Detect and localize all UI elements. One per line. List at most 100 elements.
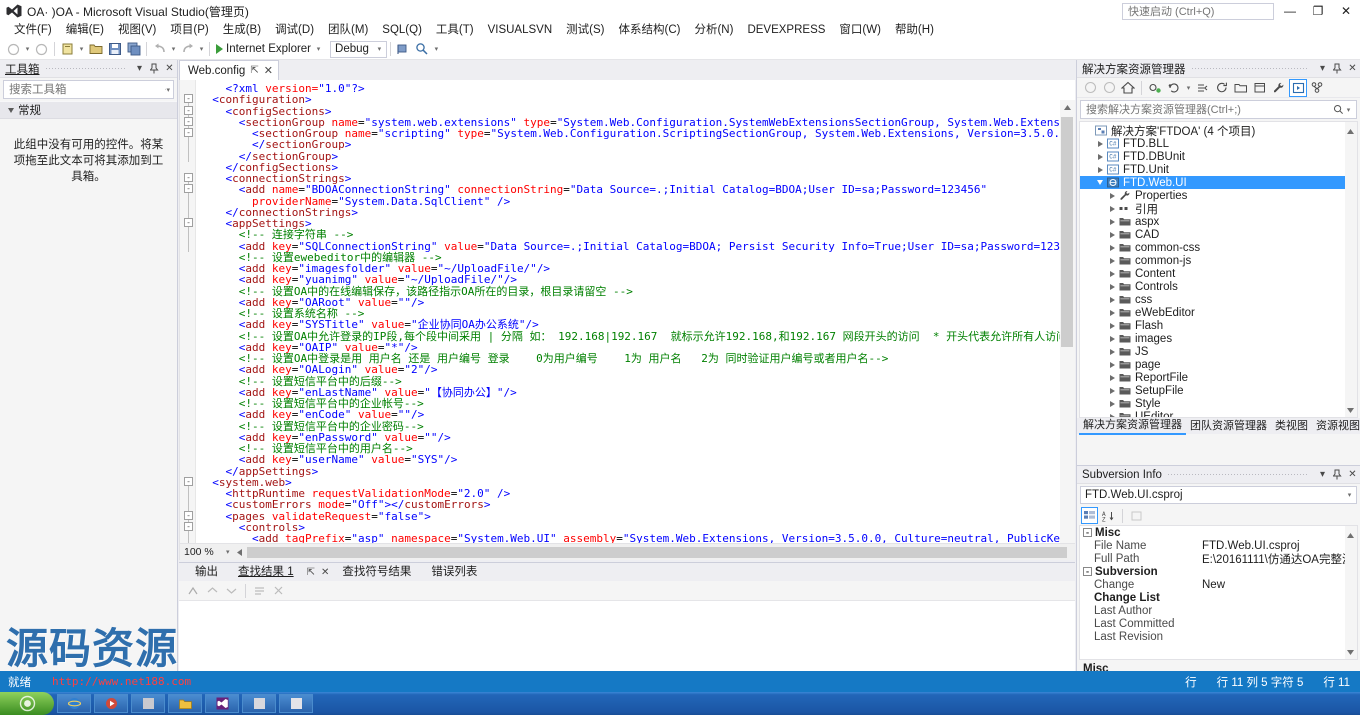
- tree-node[interactable]: page: [1080, 358, 1357, 371]
- output-tab-0[interactable]: 输出: [185, 563, 228, 581]
- svn-scroll-down-icon[interactable]: [1347, 644, 1354, 658]
- chevron-right-icon[interactable]: [1106, 244, 1118, 251]
- taskbar-item-other-1[interactable]: [242, 694, 276, 713]
- toolbox-close-icon[interactable]: ✕: [162, 61, 177, 77]
- category-collapse-icon[interactable]: -: [1083, 567, 1092, 576]
- tree-node[interactable]: C# FTD.DBUnit: [1080, 150, 1357, 163]
- tab-web-config[interactable]: Web.config ⇱ ✕: [179, 60, 279, 80]
- outlining-collapse-box[interactable]: -: [184, 173, 193, 182]
- toolbox-search-input[interactable]: [7, 82, 165, 97]
- redo-caret-icon[interactable]: ▾: [197, 45, 206, 53]
- outlining-collapse-box[interactable]: -: [184, 218, 193, 227]
- subversion-grid-scrollbar[interactable]: [1345, 526, 1357, 659]
- se-bottom-tab-3[interactable]: 资源视图: [1312, 419, 1360, 434]
- attach-process-button[interactable]: [394, 40, 413, 59]
- chevron-right-icon[interactable]: [1106, 257, 1118, 264]
- chevron-right-icon[interactable]: [1106, 335, 1118, 342]
- menu-item-0[interactable]: 文件(F): [7, 22, 59, 39]
- tree-node[interactable]: 解决方案'FTDOA' (4 个项目): [1080, 124, 1357, 138]
- tree-node[interactable]: Controls: [1080, 280, 1357, 293]
- undo-caret-icon[interactable]: ▾: [169, 45, 178, 53]
- taskbar-item-visual-studio[interactable]: [205, 694, 239, 713]
- subversion-close-icon[interactable]: ✕: [1345, 467, 1360, 483]
- tree-node[interactable]: eWebEditor: [1080, 306, 1357, 319]
- menu-item-8[interactable]: 工具(T): [429, 22, 481, 39]
- start-debug-button[interactable]: Internet Explorer ▾: [213, 43, 326, 55]
- code-text[interactable]: <?xml version="1.0"?> <configuration> <c…: [180, 80, 1075, 560]
- outlining-collapse-box[interactable]: -: [184, 510, 193, 520]
- solution-explorer-close-icon[interactable]: ✕: [1345, 61, 1360, 77]
- outlining-collapse-box[interactable]: -: [184, 116, 193, 126]
- menu-item-12[interactable]: 分析(N): [687, 22, 740, 39]
- outlining-collapse-box[interactable]: -: [184, 105, 193, 115]
- tree-node[interactable]: ReportFile: [1080, 371, 1357, 384]
- tree-node[interactable]: images: [1080, 332, 1357, 345]
- menu-item-11[interactable]: 体系结构(C): [612, 22, 688, 39]
- se-bottom-tab-1[interactable]: 团队资源管理器: [1186, 419, 1271, 434]
- solution-configuration-combo[interactable]: Debug ▾: [330, 40, 387, 58]
- chevron-right-icon[interactable]: [1106, 387, 1118, 394]
- solution-explorer-dropdown-icon[interactable]: ▾: [1315, 61, 1330, 77]
- output-tab-1[interactable]: 查找结果 1: [228, 563, 304, 581]
- chevron-right-icon[interactable]: [1106, 309, 1118, 316]
- tree-node[interactable]: common-css: [1080, 241, 1357, 254]
- find-next-button[interactable]: [185, 582, 202, 599]
- solution-explorer-search-input[interactable]: [1084, 102, 1333, 117]
- chevron-right-icon[interactable]: [1106, 361, 1118, 368]
- menu-item-10[interactable]: 测试(S): [559, 22, 611, 39]
- open-file-button[interactable]: [86, 40, 105, 59]
- outlining-collapse-box[interactable]: -: [184, 521, 193, 531]
- menu-item-2[interactable]: 视图(V): [111, 22, 163, 39]
- tree-node[interactable]: Content: [1080, 267, 1357, 280]
- editor-zoom-level[interactable]: 100 %: [180, 546, 226, 558]
- forward-button[interactable]: [1100, 79, 1118, 97]
- subversion-dropdown-icon[interactable]: ▾: [1315, 467, 1330, 483]
- minimize-button[interactable]: —: [1276, 0, 1304, 22]
- chevron-right-icon[interactable]: [1106, 205, 1118, 212]
- se-view-caret-icon[interactable]: ▾: [1184, 84, 1193, 92]
- collapse-all-icon[interactable]: [1194, 79, 1212, 97]
- new-project-caret-icon[interactable]: ▾: [77, 45, 86, 53]
- tree-node[interactable]: CAD: [1080, 228, 1357, 241]
- editor-vscroll-thumb[interactable]: [1061, 117, 1073, 347]
- taskbar-item-media[interactable]: [94, 694, 128, 713]
- clear-results-button[interactable]: [270, 582, 287, 599]
- tree-node[interactable]: JS: [1080, 345, 1357, 358]
- se-bottom-tab-0[interactable]: 解决方案资源管理器: [1079, 418, 1186, 435]
- code-editor[interactable]: ---------- <?xml version="1.0"?> <config…: [179, 80, 1075, 560]
- tree-node[interactable]: 引用: [1080, 202, 1357, 216]
- tree-node[interactable]: C# FTD.Unit: [1080, 163, 1357, 176]
- property-value[interactable]: E:\20161111\仿通达OA完整源码\F: [1202, 551, 1357, 567]
- properties-icon[interactable]: [1270, 79, 1288, 97]
- menu-item-7[interactable]: SQL(Q): [375, 22, 429, 39]
- solution-explorer-pin-icon[interactable]: [1330, 61, 1345, 77]
- chevron-right-icon[interactable]: [1106, 322, 1118, 329]
- tree-node[interactable]: FTD.Web.UI: [1080, 176, 1357, 189]
- chevron-right-icon[interactable]: [1106, 218, 1118, 225]
- chevron-right-icon[interactable]: [1094, 166, 1106, 173]
- toolbox-search-caret-icon[interactable]: ▾: [166, 86, 170, 94]
- subversion-property-grid[interactable]: - Misc File Name FTD.Web.UI.csproj Full Path…: [1079, 525, 1358, 660]
- chevron-right-icon[interactable]: [1094, 140, 1106, 147]
- tab-pin-icon[interactable]: ⇱: [250, 65, 258, 76]
- menu-item-6[interactable]: 团队(M): [321, 22, 375, 39]
- start-button[interactable]: [0, 692, 54, 715]
- svn-scroll-up-icon[interactable]: [1347, 527, 1354, 541]
- close-button[interactable]: ✕: [1332, 0, 1360, 22]
- chevron-right-icon[interactable]: [1106, 270, 1118, 277]
- previous-match-button[interactable]: [204, 582, 221, 599]
- restore-button[interactable]: ❐: [1304, 0, 1332, 22]
- output-tab-close-icon[interactable]: ✕: [318, 567, 332, 578]
- toggle-wrap-button[interactable]: [251, 582, 268, 599]
- tree-node[interactable]: SetupFile: [1080, 384, 1357, 397]
- chevron-right-icon[interactable]: [1106, 296, 1118, 303]
- tree-node[interactable]: UEditor: [1080, 410, 1357, 417]
- chevron-right-icon[interactable]: [1094, 153, 1106, 160]
- view-designer-icon[interactable]: [1251, 79, 1269, 97]
- se-scroll-up-icon[interactable]: [1347, 123, 1354, 137]
- zoom-caret-icon[interactable]: ▾: [226, 548, 230, 556]
- menu-item-9[interactable]: VISUALSVN: [481, 22, 560, 39]
- output-tab-3[interactable]: 错误列表: [421, 563, 487, 581]
- home-icon[interactable]: [1119, 79, 1137, 97]
- save-button[interactable]: [105, 40, 124, 59]
